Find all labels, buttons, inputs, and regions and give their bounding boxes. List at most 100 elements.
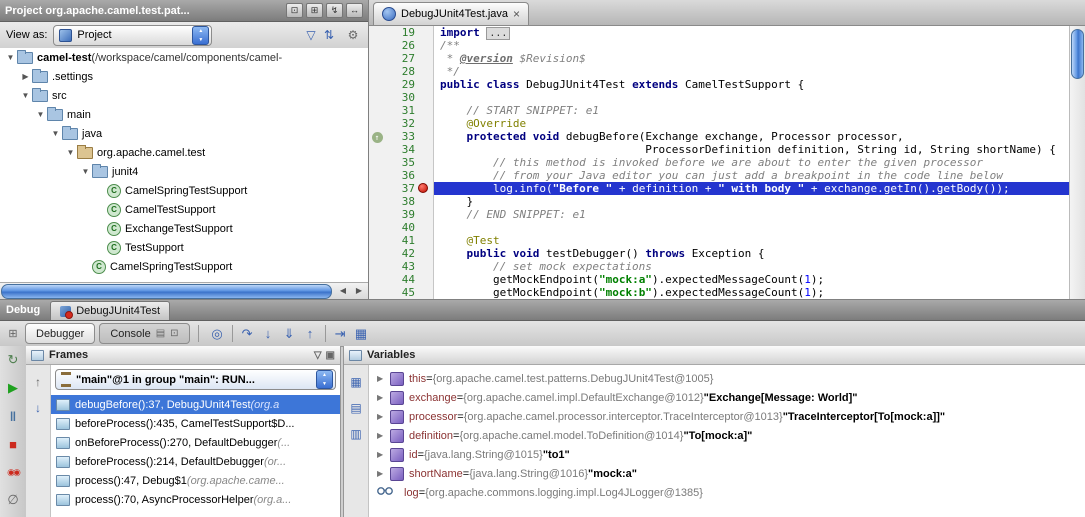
stack-frame-row[interactable]: process():70, AsyncProcessorHelper (org.… [51, 490, 340, 509]
run-to-cursor-icon[interactable]: ⇥ [330, 324, 351, 344]
variable-row[interactable]: ▶id = {java.lang.String@1015}"to1" [369, 445, 1085, 464]
tree-item[interactable]: ▶.settings [0, 67, 368, 86]
pin-watches-icon[interactable]: ▥ [344, 421, 368, 447]
editor-gutter[interactable]: 28 [369, 65, 434, 78]
chevron-down-icon[interactable]: ▼ [4, 53, 17, 62]
minimize-button[interactable]: ⊡ [286, 3, 303, 18]
editor-gutter[interactable]: 29 [369, 78, 434, 91]
sort-icon[interactable]: ⇅ [320, 28, 338, 42]
variable-row[interactable]: ▶this = {org.apache.camel.test.patterns.… [369, 369, 1085, 388]
evaluate-expression-icon[interactable]: ▦ [351, 324, 372, 344]
editor-gutter[interactable]: 38 [369, 195, 434, 208]
chevron-right-icon[interactable]: ▶ [377, 450, 390, 459]
stack-frame-row[interactable]: onBeforeProcess():270, DefaultDebugger (… [51, 433, 340, 452]
editor-gutter[interactable]: 30 [369, 91, 434, 104]
editor-gutter[interactable]: 43 [369, 260, 434, 273]
filter-frames-icon[interactable]: ▽ [314, 350, 322, 361]
pause-icon[interactable]: ‖ [0, 402, 26, 430]
stop-icon[interactable]: ■ [0, 430, 26, 458]
combo-arrows-icon[interactable] [316, 370, 333, 389]
settings-gear-icon[interactable]: ⚙ [344, 28, 362, 42]
editor-gutter[interactable]: 41 [369, 234, 434, 247]
stack-frame-row[interactable]: beforeProcess():435, CamelTestSupport$D.… [51, 414, 340, 433]
chevron-down-icon[interactable]: ▼ [79, 167, 92, 176]
show-watches-icon[interactable]: ▦ [344, 369, 368, 395]
debug-session-tab[interactable]: DebugJUnit4Test [50, 301, 170, 320]
editor-gutter[interactable]: 27 [369, 52, 434, 65]
editor-scrollbar[interactable] [1069, 26, 1085, 299]
stack-frame-row[interactable]: beforeProcess():214, DefaultDebugger (or… [51, 452, 340, 471]
step-into-icon[interactable]: ↓ [258, 324, 279, 344]
chevron-right-icon[interactable]: ▶ [377, 469, 390, 478]
stack-frame-row[interactable]: process():47, Debug$1 (org.apache.came..… [51, 471, 340, 490]
chevron-down-icon[interactable]: ▼ [34, 110, 47, 119]
editor-gutter[interactable]: 42 [369, 247, 434, 260]
scroll-left-icon[interactable]: ◀ [335, 284, 351, 297]
close-icon[interactable]: × [513, 8, 520, 20]
editor-gutter[interactable]: 44 [369, 273, 434, 286]
show-execution-point-icon[interactable]: ◎ [207, 324, 228, 344]
tab-console[interactable]: Console ▤ ⊡ [99, 323, 189, 344]
restore-layout-icon[interactable]: ▣ [326, 350, 335, 361]
tree-item[interactable]: ▼main [0, 105, 368, 124]
variable-row[interactable]: ▶processor = {org.apache.camel.processor… [369, 407, 1085, 426]
variable-row[interactable]: log = {org.apache.commons.logging.impl.L… [369, 483, 1085, 502]
editor-gutter[interactable]: 40 [369, 221, 434, 234]
editor-gutter[interactable]: 45 [369, 286, 434, 299]
resume-icon[interactable]: ▶ [0, 374, 26, 402]
mute-breakpoints-icon[interactable]: ∅ [0, 486, 26, 514]
variable-row[interactable]: ▶exchange = {org.apache.camel.impl.Defau… [369, 388, 1085, 407]
tree-item[interactable]: CCamelSpringTestSupport [0, 181, 368, 200]
tree-item[interactable]: ▼camel-test (/workspace/camel/components… [0, 48, 368, 67]
chevron-down-icon[interactable]: ▼ [49, 129, 62, 138]
chevron-right-icon[interactable]: ▶ [377, 374, 390, 383]
tree-item[interactable]: ▼src [0, 86, 368, 105]
chevron-down-icon[interactable]: ▼ [64, 148, 77, 157]
scroll-right-icon[interactable]: ▶ [351, 284, 367, 297]
editor-gutter[interactable]: 31 [369, 104, 434, 117]
chevron-right-icon[interactable]: ▶ [377, 431, 390, 440]
chevron-right-icon[interactable]: ▶ [377, 393, 390, 402]
editor-gutter[interactable]: 33 [369, 130, 434, 143]
stack-frame-row[interactable]: debugBefore():37, DebugJUnit4Test (org.a [51, 395, 340, 414]
frame-up-icon[interactable]: ↑ [26, 369, 50, 395]
combo-arrows-icon[interactable] [192, 26, 209, 45]
editor-gutter[interactable]: 26 [369, 39, 434, 52]
chevron-right-icon[interactable]: ▶ [377, 412, 390, 421]
collapse-panel-button[interactable]: ↔ [346, 3, 363, 18]
chevron-right-icon[interactable]: ▶ [19, 72, 32, 81]
variable-row[interactable]: ▶definition = {org.apache.camel.model.To… [369, 426, 1085, 445]
rerun-icon[interactable]: ↻ [0, 346, 26, 374]
float-button[interactable]: ⊞ [306, 3, 323, 18]
quick-actions-button[interactable]: ↯ [326, 3, 343, 18]
editor-gutter[interactable]: 39 [369, 208, 434, 221]
step-out-icon[interactable]: ↑ [300, 324, 321, 344]
tree-item[interactable]: ▼junit4 [0, 162, 368, 181]
thread-selector[interactable]: "main"@1 in group "main": RUN... [55, 369, 336, 390]
force-step-into-icon[interactable]: ⇓ [279, 324, 300, 344]
editor-gutter[interactable]: 37 [369, 182, 434, 195]
tree-item[interactable]: ▼org.apache.camel.test [0, 143, 368, 162]
breakpoint-icon[interactable] [415, 182, 431, 195]
filter-icon[interactable]: ▽ [302, 28, 320, 42]
horizontal-scrollbar[interactable]: ◀ ▶ [0, 282, 368, 299]
tree-item[interactable]: CCamelSpringTestSupport [0, 257, 368, 276]
tree-item[interactable]: CTestSupport [0, 238, 368, 257]
editor-gutter[interactable]: 34 [369, 143, 434, 156]
editor-gutter[interactable]: 19 [369, 26, 434, 39]
editor-gutter[interactable]: 36 [369, 169, 434, 182]
editor-gutter[interactable]: 35 [369, 156, 434, 169]
code-editor[interactable]: 19import ...26/**27 * @version $Revision… [369, 26, 1070, 299]
editor-gutter[interactable]: 32 [369, 117, 434, 130]
chevron-down-icon[interactable]: ▼ [19, 91, 32, 100]
editor-tab-debugjunit4test[interactable]: DebugJUnit4Test.java × [373, 2, 529, 25]
variable-row[interactable]: ▶shortName = {java.lang.String@1016}"moc… [369, 464, 1085, 483]
step-over-icon[interactable]: ↷ [237, 324, 258, 344]
view-as-select[interactable]: Project [53, 25, 212, 46]
tree-item[interactable]: ▼java [0, 124, 368, 143]
frame-down-icon[interactable]: ↓ [26, 395, 50, 421]
dock-icon[interactable]: ⊞ [5, 327, 21, 340]
view-breakpoints-icon[interactable]: ◉◉ [0, 458, 26, 486]
add-watch-icon[interactable]: ▤ [344, 395, 368, 421]
tree-item[interactable]: CExchangeTestSupport [0, 219, 368, 238]
